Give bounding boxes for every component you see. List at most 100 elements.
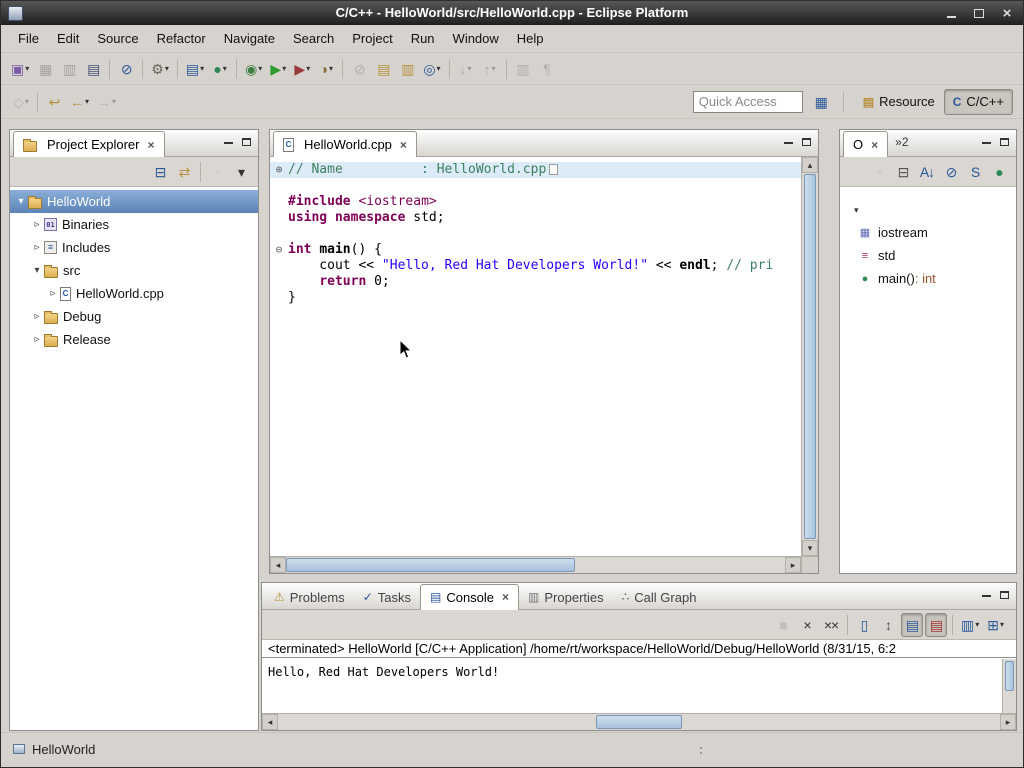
outline-item-iostream[interactable]: ▦iostream: [840, 221, 1016, 244]
view-menu-button[interactable]: ▾: [840, 199, 1016, 221]
pin-editor-button[interactable]: ◇▾: [10, 90, 32, 114]
code-line[interactable]: ⊖int main() {: [270, 242, 801, 258]
display-selected-console-button[interactable]: ▥▾: [958, 613, 982, 637]
view-menu-button[interactable]: ▾: [230, 160, 252, 184]
maximize-window-button[interactable]: [970, 4, 988, 22]
scrollbar-thumb[interactable]: [804, 174, 816, 539]
code-line[interactable]: return 0;: [270, 274, 801, 290]
code-line[interactable]: cout << "Hello, Red Hat Developers World…: [270, 258, 801, 274]
print-button[interactable]: ▤: [82, 57, 104, 81]
scrollbar-track[interactable]: [286, 557, 785, 573]
minimize-view-button[interactable]: [779, 134, 797, 150]
expanded-arrow-icon[interactable]: ▾: [14, 196, 28, 207]
minimize-window-button[interactable]: [942, 4, 960, 22]
code-line[interactable]: [270, 178, 801, 194]
link-with-editor-button[interactable]: ⇄: [173, 160, 195, 184]
code-line[interactable]: using namespace std;: [270, 210, 801, 226]
menu-search[interactable]: Search: [284, 27, 343, 50]
scroll-right-button[interactable]: ▸: [1000, 714, 1016, 730]
hide-fields-button[interactable]: ⊘: [940, 160, 962, 184]
tab-problems[interactable]: ⚠Problems: [265, 584, 354, 610]
menu-edit[interactable]: Edit: [48, 27, 88, 50]
debug-button[interactable]: ◉▾: [242, 57, 265, 81]
next-annotation-button[interactable]: ↓▾: [455, 57, 477, 81]
mark-occurrences-button[interactable]: ⊘: [348, 57, 370, 81]
tree-item-release[interactable]: ▹Release: [10, 328, 258, 351]
close-icon[interactable]: ×: [147, 139, 154, 151]
save-all-button[interactable]: ▥: [58, 57, 80, 81]
collapse-all-button[interactable]: ⊟: [149, 160, 171, 184]
close-icon[interactable]: ×: [502, 591, 509, 603]
minimize-view-button[interactable]: [977, 587, 995, 603]
menu-file[interactable]: File: [9, 27, 48, 50]
code-area[interactable]: ⊕// Name : HelloWorld.cpp #include <iostr…: [270, 157, 801, 556]
menu-refactor[interactable]: Refactor: [148, 27, 215, 50]
menu-project[interactable]: Project: [343, 27, 401, 50]
console-vertical-scrollbar[interactable]: [1002, 659, 1016, 713]
hide-non-public-members-button[interactable]: ●: [988, 160, 1010, 184]
editor-horizontal-scrollbar[interactable]: ◂ ▸: [270, 556, 801, 573]
new-cpp-source-file-button[interactable]: ▤▾: [183, 57, 207, 81]
close-icon[interactable]: ×: [400, 139, 407, 151]
scrollbar-thumb[interactable]: [286, 558, 575, 572]
scroll-down-button[interactable]: ▾: [802, 540, 818, 556]
menu-source[interactable]: Source: [88, 27, 147, 50]
editor-tab-helloworld-cpp[interactable]: HelloWorld.cpp ×: [273, 131, 417, 157]
menu-run[interactable]: Run: [402, 27, 444, 50]
run-button[interactable]: ▶▾: [267, 57, 289, 81]
sash-handle[interactable]: [700, 747, 702, 754]
editor-vertical-scrollbar[interactable]: ▴ ▾: [801, 157, 818, 556]
tree-item-helloworld-cpp[interactable]: ▹HelloWorld.cpp: [10, 282, 258, 305]
outline-item-std[interactable]: ≡std: [840, 244, 1016, 267]
show-console-on-stderr-button[interactable]: ▤: [925, 613, 947, 637]
remove-launch-button[interactable]: ×: [796, 613, 818, 637]
toggle-block-selection-button[interactable]: ▥: [512, 57, 534, 81]
hide-static-members-button[interactable]: S: [964, 160, 986, 184]
tab-properties[interactable]: ▥Properties: [519, 584, 613, 610]
back-button[interactable]: ←▾: [67, 90, 92, 114]
tab-outline[interactable]: O ×: [843, 131, 888, 157]
tree-item-includes[interactable]: ▹Includes: [10, 236, 258, 259]
code-editor[interactable]: ⊕// Name : HelloWorld.cpp #include <iostr…: [270, 157, 818, 573]
clear-console-button[interactable]: ▯: [853, 613, 875, 637]
tree-item-helloworld[interactable]: ▾HelloWorld: [10, 190, 258, 213]
scroll-left-button[interactable]: ◂: [262, 714, 278, 730]
code-line[interactable]: #include <iostream>: [270, 194, 801, 210]
maximize-view-button[interactable]: [995, 587, 1013, 603]
forward-button[interactable]: →▾: [94, 90, 119, 114]
collapsed-arrow-icon[interactable]: ▹: [46, 288, 60, 299]
maximize-view-button[interactable]: [995, 134, 1013, 150]
tab-tasks[interactable]: ✓Tasks: [354, 584, 420, 610]
focus-on-active-task-button[interactable]: ◦: [206, 160, 228, 184]
console-horizontal-scrollbar[interactable]: ◂ ▸: [262, 713, 1016, 730]
menu-help[interactable]: Help: [508, 27, 553, 50]
open-console-button[interactable]: ⊞▾: [984, 613, 1007, 637]
scroll-up-button[interactable]: ▴: [802, 157, 818, 173]
show-console-on-stdout-button[interactable]: ▤: [901, 613, 923, 637]
maximize-view-button[interactable]: [237, 134, 255, 150]
expanded-arrow-icon[interactable]: ▾: [30, 265, 44, 276]
perspective-resource-button[interactable]: ▤Resource: [854, 89, 944, 115]
focus-on-active-task-button[interactable]: ◦: [868, 160, 890, 184]
open-perspective-button[interactable]: ▦: [810, 90, 832, 114]
run-external-tools-button[interactable]: ▶▾: [291, 57, 313, 81]
hidden-tabs-indicator[interactable]: »2: [895, 135, 908, 149]
scroll-lock-button[interactable]: ↕: [877, 613, 899, 637]
save-button[interactable]: ▦: [34, 57, 56, 81]
show-selected-element-button[interactable]: ▥: [396, 57, 418, 81]
collapsed-arrow-icon[interactable]: ▹: [30, 219, 44, 230]
scroll-left-button[interactable]: ◂: [270, 557, 286, 573]
last-edit-location-button[interactable]: ↩: [43, 90, 65, 114]
tab-project-explorer[interactable]: Project Explorer ×: [13, 131, 165, 157]
build-all-button[interactable]: ⚙▾: [148, 57, 172, 81]
scrollbar-thumb[interactable]: [596, 715, 683, 729]
tree-item-binaries[interactable]: ▹Binaries: [10, 213, 258, 236]
collapsed-arrow-icon[interactable]: ▹: [30, 311, 44, 322]
remove-all-launches-button[interactable]: ××: [820, 613, 842, 637]
scroll-right-button[interactable]: ▸: [785, 557, 801, 573]
terminate-button[interactable]: ■: [772, 613, 794, 637]
code-line[interactable]: ⊕// Name : HelloWorld.cpp: [270, 162, 801, 178]
search-button[interactable]: ◎▾: [420, 57, 443, 81]
minimize-view-button[interactable]: [219, 134, 237, 150]
outline-item-main[interactable]: ●main() : int: [840, 267, 1016, 290]
